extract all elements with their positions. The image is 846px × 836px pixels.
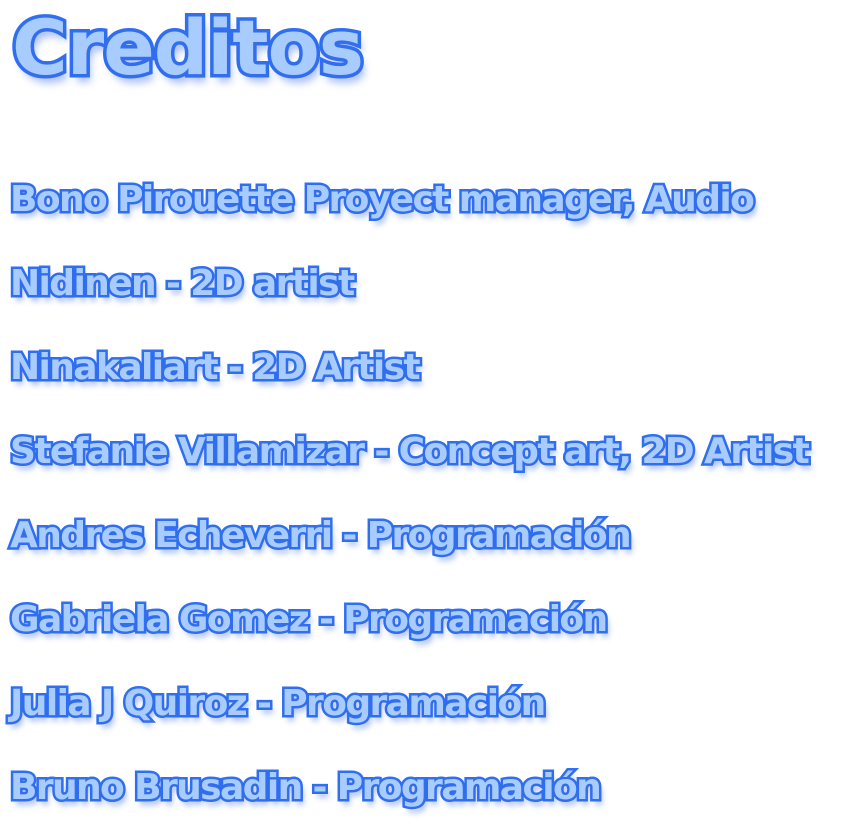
credit-line: Julia J Quiroz - Programación: [7, 681, 548, 727]
credits-screen: Creditos Bono Pirouette Proyect manager,…: [0, 0, 846, 836]
credit-line: Nidinen - 2D artist: [7, 261, 357, 307]
credit-line: Andres Echeverri - Programación: [7, 513, 634, 559]
credits-list: Bono Pirouette Proyect manager, Audio Ni…: [7, 172, 812, 836]
credit-line: Gabriela Gomez - Programación: [7, 597, 610, 643]
credit-line: Ninakaliart - 2D Artist: [7, 345, 423, 391]
credit-line: Stefanie Villamizar - Concept art, 2D Ar…: [7, 429, 812, 475]
credit-line: Bruno Brusadin - Programación: [7, 765, 604, 811]
credits-title: Creditos: [8, 3, 367, 92]
credit-line: Bono Pirouette Proyect manager, Audio: [7, 177, 757, 223]
